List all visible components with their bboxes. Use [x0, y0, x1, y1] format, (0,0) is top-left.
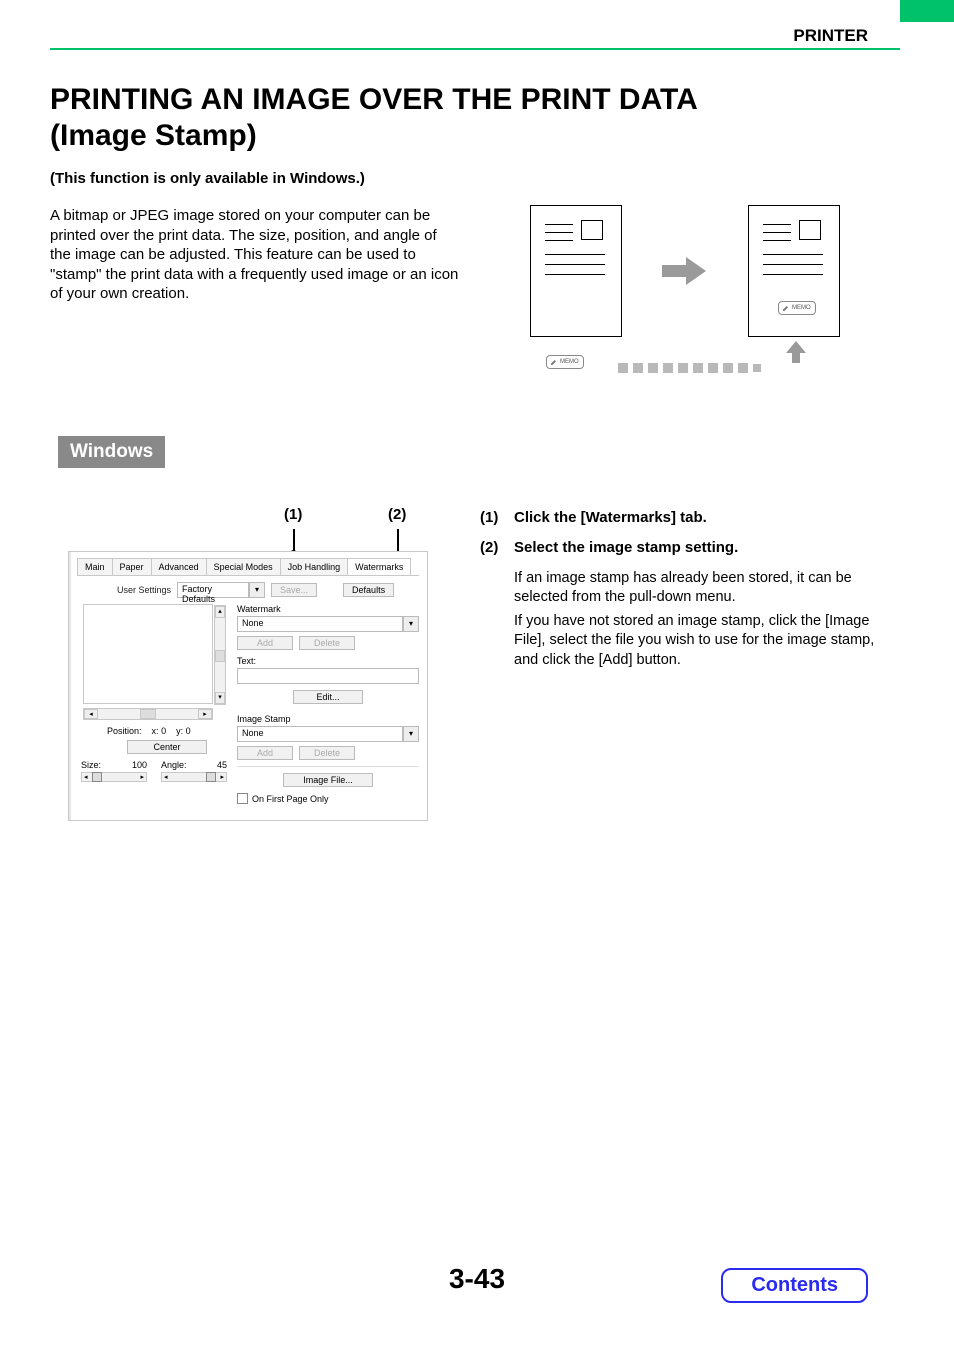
image-stamp-delete-button[interactable]: Delete: [299, 746, 355, 760]
memo-label: MEMO: [560, 359, 579, 365]
scroll-down-icon[interactable]: ▾: [215, 692, 225, 704]
user-settings-row: User Settings Factory Defaults ▾ Save...…: [117, 582, 419, 598]
arrow-up-icon: [786, 341, 806, 363]
pencil-icon: [550, 358, 558, 366]
title-line-1: PRINTING AN IMAGE OVER THE PRINT DATA: [50, 83, 698, 116]
angle-slider[interactable]: ◂▸: [161, 772, 227, 782]
size-label: Size:: [81, 760, 101, 770]
scroll-up-icon[interactable]: ▴: [215, 606, 225, 618]
dialog-tabs: Main Paper Advanced Special Modes Job Ha…: [77, 558, 419, 576]
illustration: MEMO MEMO: [510, 205, 860, 385]
tab-paper[interactable]: Paper: [112, 558, 152, 575]
dialog-right-col: Watermark None ▾ Add Delete Text: Edit..…: [237, 604, 419, 804]
edit-button[interactable]: Edit...: [293, 690, 363, 704]
doc-after: [748, 205, 840, 337]
tab-job-handling[interactable]: Job Handling: [280, 558, 349, 575]
callout-1-num: (1): [284, 506, 302, 523]
center-button[interactable]: Center: [127, 740, 207, 754]
callout-1-line: [293, 529, 295, 551]
watermark-combo[interactable]: None: [237, 616, 403, 632]
user-settings-label: User Settings: [117, 585, 171, 595]
chevron-down-icon[interactable]: ▾: [403, 726, 419, 742]
top-band: [0, 0, 954, 22]
instruction-steps: (1) Click the [Watermarks] tab. (2) Sele…: [480, 508, 900, 670]
pos-y-val: 0: [186, 726, 191, 736]
user-settings-combo[interactable]: Factory Defaults: [177, 582, 249, 598]
scroll-right-icon[interactable]: ▸: [198, 709, 212, 719]
chevron-down-icon[interactable]: ▾: [249, 582, 265, 598]
page-subtitle: (This function is only available in Wind…: [50, 170, 365, 187]
page-title: PRINTING AN IMAGE OVER THE PRINT DATA (I…: [50, 82, 698, 154]
tab-main[interactable]: Main: [77, 558, 113, 575]
watermark-delete-button[interactable]: Delete: [299, 636, 355, 650]
green-corner-strip: [900, 0, 954, 22]
step-2-num: (2): [480, 538, 514, 558]
memo-stamp-source: MEMO: [546, 355, 584, 369]
size-slider[interactable]: ◂▸: [81, 772, 147, 782]
step-2-title: Select the image stamp setting.: [514, 538, 738, 558]
arrow-right-icon: [662, 257, 706, 285]
defaults-button[interactable]: Defaults: [343, 583, 394, 597]
horizontal-scrollbar[interactable]: ◂ ▸: [83, 708, 213, 720]
memo-label: MEMO: [792, 305, 811, 311]
step-2-body-1: If an image stamp has already been store…: [514, 569, 900, 608]
step-1-num: (1): [480, 508, 514, 528]
image-stamp-combo[interactable]: None: [237, 726, 403, 742]
pos-x-val: 0: [161, 726, 166, 736]
callout-row: (1) (2): [68, 508, 436, 532]
image-stamp-group-label: Image Stamp: [237, 714, 419, 724]
scroll-left-icon[interactable]: ◂: [84, 709, 98, 719]
pos-y-label: y:: [176, 726, 183, 736]
step-2-body-2: If you have not stored an image stamp, c…: [514, 612, 900, 671]
callout-2-num: (2): [388, 506, 406, 523]
size-value: 100: [132, 760, 147, 770]
os-chip-windows: Windows: [58, 436, 165, 468]
pencil-icon: [782, 304, 790, 312]
vertical-scrollbar[interactable]: ▴ ▾: [214, 605, 226, 705]
title-line-2: (Image Stamp): [50, 119, 257, 152]
tab-watermarks[interactable]: Watermarks: [347, 558, 411, 575]
dialog-left-col: ▴ ▾ ◂ ▸ Position: x: 0 y: 0 Center: [77, 604, 227, 804]
position-row: Position: x: 0 y: 0: [107, 726, 227, 736]
pos-x-label: x:: [152, 726, 159, 736]
doc-before: [530, 205, 622, 337]
angle-label: Angle:: [161, 760, 187, 770]
header-rule: [50, 48, 900, 50]
memo-stamp-on-doc: MEMO: [778, 301, 816, 315]
image-file-button[interactable]: Image File...: [283, 773, 373, 787]
save-button[interactable]: Save...: [271, 583, 317, 597]
angle-value: 45: [217, 760, 227, 770]
tab-special-modes[interactable]: Special Modes: [206, 558, 281, 575]
chevron-down-icon[interactable]: ▾: [403, 616, 419, 632]
scroll-thumb[interactable]: [215, 650, 225, 662]
intro-paragraph: A bitmap or JPEG image stored on your co…: [50, 206, 460, 304]
step-1-title: Click the [Watermarks] tab.: [514, 508, 707, 528]
dialog-panel: (1) (2) Main Paper Advanced Special Mode…: [68, 512, 436, 824]
dots-trail: [618, 363, 761, 373]
watermark-group-label: Watermark: [237, 604, 419, 614]
preview-box: ▴ ▾: [83, 604, 213, 704]
text-label: Text:: [237, 656, 419, 666]
printer-dialog: Main Paper Advanced Special Modes Job Ha…: [68, 551, 428, 821]
image-stamp-add-button[interactable]: Add: [237, 746, 293, 760]
first-page-only-label: On First Page Only: [252, 794, 329, 804]
position-label: Position:: [107, 726, 142, 736]
watermark-text-input[interactable]: [237, 668, 419, 684]
watermark-add-button[interactable]: Add: [237, 636, 293, 650]
scroll-thumb[interactable]: [140, 709, 156, 719]
first-page-only-checkbox[interactable]: [237, 793, 248, 804]
section-header: PRINTER: [793, 26, 868, 46]
tab-advanced[interactable]: Advanced: [151, 558, 207, 575]
contents-link[interactable]: Contents: [721, 1268, 868, 1303]
